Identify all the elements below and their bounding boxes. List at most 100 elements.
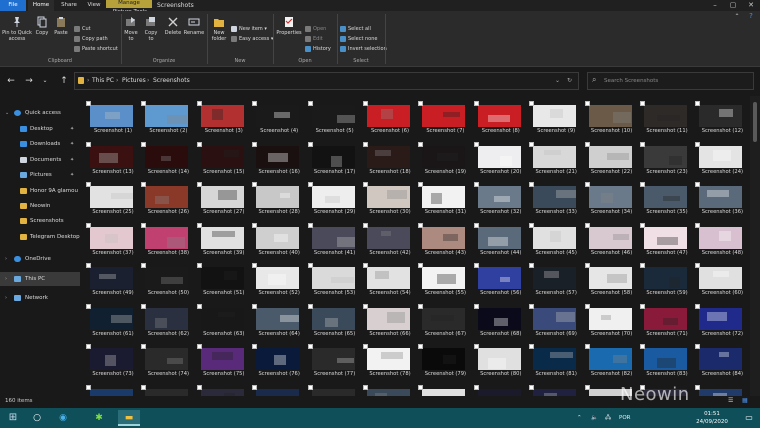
file-thumbnail[interactable] bbox=[477, 348, 521, 370]
file-explorer-icon[interactable]: ▬ bbox=[118, 410, 140, 426]
file-thumbnail[interactable] bbox=[90, 307, 133, 330]
maximize-icon[interactable]: ▢ bbox=[724, 0, 742, 11]
file-thumbnail[interactable] bbox=[533, 388, 577, 396]
file-item[interactable]: Screenshot (86) bbox=[141, 384, 195, 396]
file-item[interactable]: Screenshot (79) bbox=[418, 343, 472, 381]
file-thumbnail[interactable] bbox=[367, 267, 410, 289]
nav-quick-access[interactable]: ⌄ Quick access bbox=[0, 106, 80, 120]
file-item[interactable]: Screenshot (13) bbox=[86, 141, 140, 179]
file-item[interactable]: Screenshot (33) bbox=[529, 181, 583, 219]
file-thumbnail[interactable] bbox=[311, 186, 355, 208]
item-checkbox[interactable] bbox=[418, 384, 424, 390]
file-thumbnail[interactable] bbox=[145, 267, 189, 289]
file-item[interactable]: Screenshot (12) bbox=[695, 100, 749, 138]
file-item[interactable]: Screenshot (21) bbox=[529, 141, 583, 179]
file-item[interactable]: Screenshot (26) bbox=[141, 181, 195, 219]
item-checkbox[interactable] bbox=[252, 101, 258, 106]
file-thumbnail[interactable] bbox=[477, 105, 521, 127]
item-checkbox[interactable] bbox=[418, 141, 424, 147]
copy-path-button[interactable]: Copy path bbox=[74, 35, 108, 43]
item-checkbox[interactable] bbox=[584, 303, 590, 309]
file-item[interactable]: Screenshot (40) bbox=[252, 222, 306, 260]
item-checkbox[interactable] bbox=[363, 141, 368, 147]
item-checkbox[interactable] bbox=[695, 101, 701, 106]
item-checkbox[interactable] bbox=[529, 344, 535, 349]
delete-button[interactable]: Delete bbox=[163, 16, 183, 36]
file-item[interactable]: Screenshot (29) bbox=[307, 181, 362, 219]
item-checkbox[interactable] bbox=[252, 344, 258, 349]
breadcrumb-screenshots[interactable]: Screenshots bbox=[153, 73, 190, 89]
file-item[interactable]: Screenshot (62) bbox=[141, 303, 195, 341]
file-item[interactable]: Screenshot (44) bbox=[473, 222, 528, 260]
back-arrow-icon[interactable]: ← bbox=[5, 74, 17, 88]
file-item[interactable]: Screenshot (15) bbox=[196, 141, 251, 179]
file-thumbnail[interactable] bbox=[699, 226, 743, 249]
item-checkbox[interactable] bbox=[86, 182, 91, 187]
tab-share[interactable]: Share bbox=[56, 0, 82, 11]
forward-arrow-icon[interactable]: → bbox=[23, 74, 35, 88]
item-checkbox[interactable] bbox=[86, 263, 91, 268]
edge-icon[interactable]: ◉ bbox=[52, 410, 74, 426]
item-checkbox[interactable] bbox=[196, 182, 202, 187]
pin-icon[interactable]: ✦ bbox=[70, 153, 74, 167]
file-thumbnail[interactable] bbox=[422, 307, 466, 330]
item-checkbox[interactable] bbox=[307, 344, 313, 349]
file-item[interactable]: Screenshot (54) bbox=[363, 262, 417, 300]
file-item[interactable]: Screenshot (25) bbox=[86, 181, 140, 219]
search-box[interactable]: ⌕ bbox=[587, 72, 754, 90]
file-item[interactable]: Screenshot (84) bbox=[695, 343, 749, 381]
file-thumbnail[interactable] bbox=[533, 267, 577, 289]
item-checkbox[interactable] bbox=[640, 263, 645, 268]
item-checkbox[interactable] bbox=[695, 182, 701, 187]
file-thumbnail[interactable] bbox=[200, 307, 244, 330]
file-item[interactable]: Screenshot (16) bbox=[252, 141, 306, 179]
item-checkbox[interactable] bbox=[196, 384, 202, 390]
file-item[interactable]: Screenshot (17) bbox=[307, 141, 362, 179]
app-icon[interactable]: ✱ bbox=[88, 410, 110, 426]
refresh-icon[interactable]: ↻ bbox=[567, 73, 572, 89]
file-thumbnail[interactable] bbox=[477, 145, 521, 168]
file-thumbnail[interactable] bbox=[256, 348, 300, 370]
file-item[interactable]: Screenshot (23) bbox=[640, 141, 694, 179]
file-item[interactable]: Screenshot (1) bbox=[86, 100, 140, 138]
file-item[interactable]: Screenshot (69) bbox=[529, 303, 583, 341]
file-thumbnail[interactable] bbox=[533, 348, 577, 370]
file-thumbnail[interactable] bbox=[200, 186, 244, 208]
file-item[interactable]: Screenshot (41) bbox=[307, 222, 362, 260]
new-folder-button[interactable]: New folder bbox=[209, 16, 229, 42]
file-thumbnail[interactable] bbox=[311, 348, 355, 370]
file-item[interactable]: Screenshot (37) bbox=[86, 222, 140, 260]
item-checkbox[interactable] bbox=[252, 222, 258, 228]
file-thumbnail[interactable] bbox=[477, 186, 521, 208]
file-item[interactable]: Screenshot (39) bbox=[196, 222, 251, 260]
item-checkbox[interactable] bbox=[695, 384, 701, 390]
item-checkbox[interactable] bbox=[363, 101, 368, 106]
file-thumbnail[interactable] bbox=[644, 226, 687, 249]
item-checkbox[interactable] bbox=[363, 344, 368, 349]
move-to-button[interactable]: Move to bbox=[122, 16, 140, 42]
edit-button[interactable]: Edit bbox=[305, 35, 323, 43]
history-button[interactable]: History bbox=[305, 45, 331, 53]
file-thumbnail[interactable] bbox=[588, 348, 632, 370]
file-item[interactable]: Screenshot (42) bbox=[363, 222, 417, 260]
file-thumbnail[interactable] bbox=[256, 267, 300, 289]
file-item[interactable]: Screenshot (10) bbox=[584, 100, 639, 138]
file-thumbnail[interactable] bbox=[422, 267, 466, 289]
file-item[interactable]: Screenshot (55) bbox=[418, 262, 472, 300]
file-item[interactable]: Screenshot (88) bbox=[252, 384, 306, 396]
item-checkbox[interactable] bbox=[307, 101, 313, 106]
file-item[interactable]: Screenshot (61) bbox=[86, 303, 140, 341]
pin-icon[interactable]: ✦ bbox=[70, 122, 74, 136]
item-checkbox[interactable] bbox=[473, 101, 479, 106]
item-checkbox[interactable] bbox=[529, 303, 535, 309]
file-item[interactable]: Screenshot (51) bbox=[196, 262, 251, 300]
easy-access-button[interactable]: Easy access ▾ bbox=[231, 35, 273, 43]
search-taskbar-icon[interactable]: ○ bbox=[26, 410, 48, 426]
item-checkbox[interactable] bbox=[307, 141, 313, 147]
file-item[interactable]: Screenshot (22) bbox=[584, 141, 639, 179]
file-item[interactable]: Screenshot (43) bbox=[418, 222, 472, 260]
nav-this-pc[interactable]: › This PC bbox=[0, 272, 80, 286]
file-item[interactable]: Screenshot (2) bbox=[141, 100, 195, 138]
file-thumbnail[interactable] bbox=[311, 307, 355, 330]
nav-item[interactable]: Telegram Desktop bbox=[0, 230, 80, 244]
